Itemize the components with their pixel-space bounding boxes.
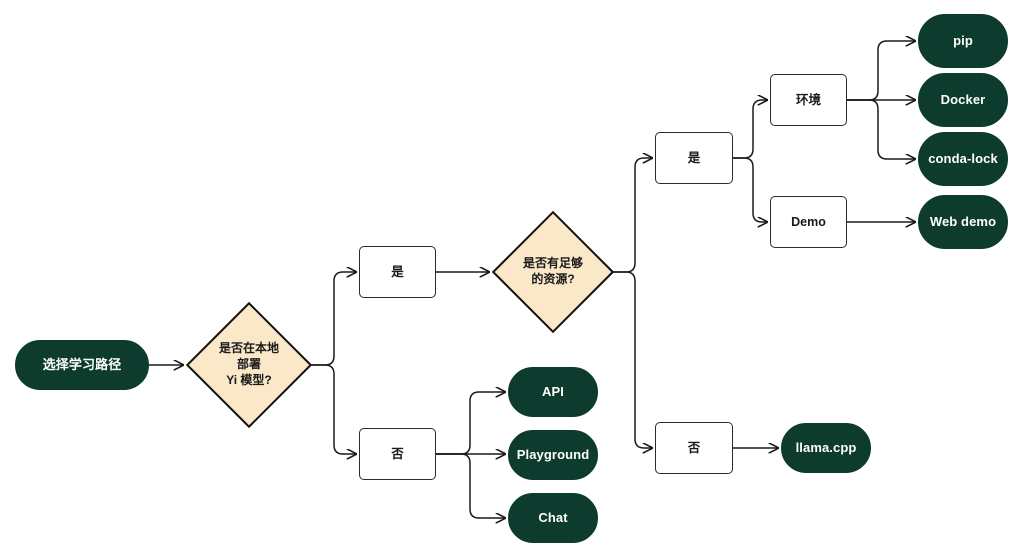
node-label-no1: 否 — [391, 446, 404, 461]
edge-no1-to-chat — [435, 453, 505, 518]
edge-yes2-to-env — [732, 100, 767, 159]
edge-local-to-yes1 — [311, 272, 356, 366]
node-start[interactable]: 选择学习路径 — [15, 340, 149, 390]
node-label-conda: conda-lock — [928, 151, 998, 167]
node-label-env: 环境 — [795, 92, 821, 107]
node-label-no2: 否 — [687, 440, 701, 455]
node-llamacpp[interactable]: llama.cpp — [781, 423, 871, 473]
node-label-local: 是否在本地 部署 Yi 模型? — [218, 341, 279, 387]
node-playground[interactable]: Playground — [508, 430, 598, 480]
node-local[interactable]: 是否在本地 部署 Yi 模型? — [186, 302, 312, 428]
edge-yes2-to-demo — [732, 157, 767, 222]
node-resource[interactable]: 是否有足够 的资源? — [492, 211, 614, 333]
edge-env-to-pip — [846, 41, 915, 101]
node-label-yes2: 是 — [687, 150, 701, 165]
node-label-api: API — [542, 384, 564, 400]
node-label-webdemo: Web demo — [929, 214, 997, 230]
node-label-demo: Demo — [791, 214, 826, 229]
node-conda[interactable]: conda-lock — [918, 132, 1008, 186]
node-label-chat: Chat — [538, 510, 568, 526]
node-no1[interactable]: 否 — [359, 428, 436, 480]
node-label-resource: 是否有足够 的资源? — [522, 256, 583, 286]
node-no2[interactable]: 否 — [655, 422, 733, 474]
node-demo[interactable]: Demo — [770, 196, 847, 248]
edge-resource-to-yes2 — [613, 158, 652, 273]
node-label-playground: Playground — [516, 447, 590, 463]
node-label-llamacpp: llama.cpp — [795, 440, 857, 456]
node-yes2[interactable]: 是 — [655, 132, 733, 184]
edge-env-to-conda — [846, 99, 915, 159]
node-yes1[interactable]: 是 — [359, 246, 436, 298]
node-chat[interactable]: Chat — [508, 493, 598, 543]
flowchart-canvas: 选择学习路径 是否在本地 部署 Yi 模型? 是否 是否有足够 的资源? 是否 环境 Dem… — [0, 0, 1024, 559]
edge-resource-to-no2 — [613, 271, 652, 448]
node-pip[interactable]: pip — [918, 14, 1008, 68]
node-label-yes1: 是 — [391, 264, 404, 279]
edge-local-to-no1 — [311, 364, 356, 454]
node-label-start: 选择学习路径 — [42, 357, 122, 373]
node-api[interactable]: API — [508, 367, 598, 417]
node-webdemo[interactable]: Web demo — [918, 195, 1008, 249]
node-label-docker: Docker — [940, 92, 986, 108]
edge-no1-to-api — [435, 392, 505, 455]
node-docker[interactable]: Docker — [918, 73, 1008, 127]
node-label-pip: pip — [953, 33, 973, 49]
node-env[interactable]: 环境 — [770, 74, 847, 126]
